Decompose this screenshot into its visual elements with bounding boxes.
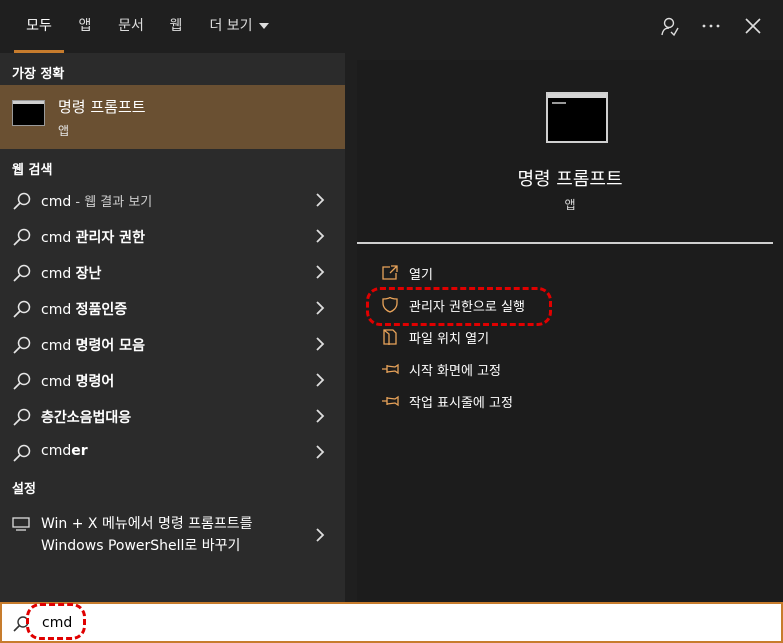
web-search-item[interactable]: cmder <box>0 434 345 470</box>
detail-panel: 명령 프롬프트 앱 열기 관리자 권한으로 실행 파일 위치 열기 시작 화면에… <box>357 60 783 602</box>
search-input[interactable] <box>42 612 442 634</box>
detail-title: 명령 프롬프트 <box>517 169 623 190</box>
chevron-right-icon[interactable] <box>312 264 328 280</box>
web-search-query: cmd <box>41 443 72 459</box>
web-search-suggestion: er <box>71 443 88 459</box>
web-search-query: cmd <box>41 194 72 210</box>
web-search-item-label: cmd 정품인증 <box>41 299 127 319</box>
tab-apps[interactable]: 앱 <box>72 0 98 53</box>
results-list: 가장 정확 명령 프롬프트 앱 웹 검색 cmd - 웹 결과 보기 cmd 관리… <box>0 53 345 602</box>
tab-more[interactable]: 더 보기 <box>203 0 275 53</box>
web-search-suggestion: 장난 <box>75 266 102 282</box>
settings-heading: 설정 <box>12 482 36 497</box>
chevron-down-icon <box>258 23 269 29</box>
settings-item-line1: Win + X 메뉴에서 명령 프롬프트를 <box>41 516 253 532</box>
web-search-query: cmd <box>41 374 76 390</box>
shield-icon <box>382 296 398 313</box>
web-search-heading: 웹 검색 <box>12 163 53 178</box>
detail-subtitle: 앱 <box>564 198 576 212</box>
more-icon[interactable] <box>699 14 723 38</box>
web-search-item[interactable]: cmd 정품인증 <box>0 290 345 326</box>
web-search-suggestion: 층간소음법대응 <box>41 410 132 426</box>
monitor-icon <box>12 517 30 531</box>
tab-more-label: 더 보기 <box>209 18 253 34</box>
web-search-item-label: cmder <box>41 443 88 459</box>
close-icon[interactable] <box>741 14 765 38</box>
web-search-item[interactable]: cmd 명령어 <box>0 362 345 398</box>
search-icon <box>13 372 31 390</box>
command-prompt-app-icon <box>12 100 45 126</box>
search-icon <box>13 616 29 632</box>
web-search-item[interactable]: cmd 장난 <box>0 254 345 290</box>
pin-icon <box>382 395 399 407</box>
web-search-suggestion: 명령어 모음 <box>75 338 145 354</box>
detail-pane: 명령 프롬프트 앱 열기 관리자 권한으로 실행 파일 위치 열기 시작 화면에… <box>345 53 783 602</box>
search-icon <box>13 300 31 318</box>
web-search-item-label: cmd 명령어 <box>41 371 114 391</box>
web-search-item-label: cmd 관리자 권한 <box>41 227 145 247</box>
best-match-heading: 가장 정확 <box>12 67 65 82</box>
web-search-item[interactable]: cmd 명령어 모음 <box>0 326 345 362</box>
chevron-right-icon[interactable] <box>312 192 328 208</box>
tab-web[interactable]: 웹 <box>163 0 189 53</box>
web-search-item-label: cmd 장난 <box>41 263 101 283</box>
web-search-suggestion: - 웹 결과 보기 <box>71 195 153 210</box>
search-icon <box>13 192 31 210</box>
web-search-item[interactable]: cmd 관리자 권한 <box>0 218 345 254</box>
search-bar <box>0 602 783 643</box>
chevron-right-icon[interactable] <box>312 228 328 244</box>
web-search-item-label: 층간소음법대응 <box>41 407 131 427</box>
web-search-suggestion: 정품인증 <box>75 302 128 318</box>
web-search-item-label: cmd - 웹 결과 보기 <box>41 191 152 210</box>
web-search-query: cmd <box>41 338 76 354</box>
tab-all[interactable]: 모두 <box>14 0 64 53</box>
web-search-query: cmd <box>41 230 76 246</box>
settings-item-line2: Windows PowerShell로 바꾸기 <box>41 538 241 554</box>
chevron-right-icon[interactable] <box>312 527 328 543</box>
chevron-right-icon[interactable] <box>312 336 328 352</box>
web-search-suggestion: 관리자 권한 <box>75 230 145 246</box>
web-search-item[interactable]: cmd - 웹 결과 보기 <box>0 182 345 218</box>
command-prompt-large-icon <box>546 92 608 143</box>
action-run-as-admin-label: 관리자 권한으로 실행 <box>409 300 525 315</box>
action-open-file-location-label: 파일 위치 열기 <box>409 332 490 347</box>
web-search-item-label: cmd 명령어 모음 <box>41 335 145 355</box>
open-icon <box>382 265 398 280</box>
chevron-right-icon[interactable] <box>312 300 328 316</box>
search-icon <box>13 444 31 462</box>
best-match-name: 명령 프롬프트 <box>58 98 146 116</box>
detail-divider <box>357 242 773 244</box>
web-search-item[interactable]: 층간소음법대응 <box>0 398 345 434</box>
action-pin-to-taskbar-label: 작업 표시줄에 고정 <box>409 396 513 411</box>
web-search-suggestion: 명령어 <box>75 374 115 390</box>
chevron-right-icon[interactable] <box>312 408 328 424</box>
search-top-bar: 모두 앱 문서 웹 더 보기 <box>0 0 783 53</box>
search-icon <box>13 264 31 282</box>
action-open-label: 열기 <box>409 268 433 283</box>
web-search-query: cmd <box>41 266 76 282</box>
settings-item[interactable]: Win + X 메뉴에서 명령 프롬프트를 Windows PowerShell… <box>0 508 345 564</box>
chevron-right-icon[interactable] <box>312 444 328 460</box>
file-location-icon <box>383 329 397 345</box>
search-icon <box>13 228 31 246</box>
action-pin-to-start-label: 시작 화면에 고정 <box>409 364 501 379</box>
pin-icon <box>382 363 399 375</box>
search-icon <box>13 336 31 354</box>
web-search-query: cmd <box>41 302 76 318</box>
best-match-type: 앱 <box>58 124 70 138</box>
best-match-item[interactable]: 명령 프롬프트 앱 <box>0 85 345 149</box>
feedback-icon[interactable] <box>657 14 681 38</box>
search-icon <box>13 408 31 426</box>
chevron-right-icon[interactable] <box>312 372 328 388</box>
tab-documents[interactable]: 문서 <box>112 0 150 53</box>
